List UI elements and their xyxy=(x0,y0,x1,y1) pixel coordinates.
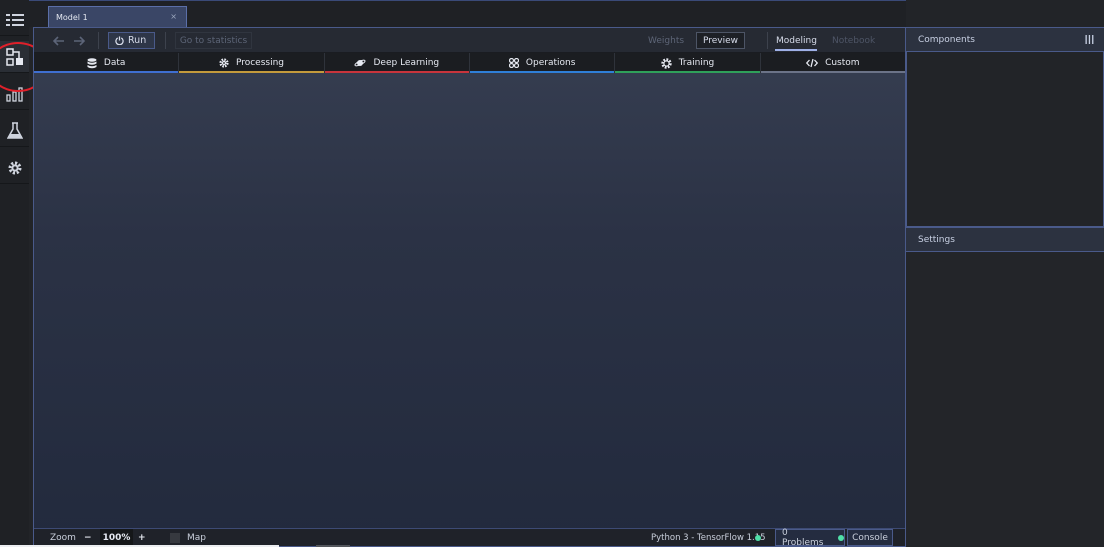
flask-icon[interactable] xyxy=(0,115,29,147)
category-label: Deep Learning xyxy=(373,58,440,68)
kernel-status-dot xyxy=(755,535,761,541)
category-label: Data xyxy=(103,58,126,68)
map-checkbox[interactable] xyxy=(170,533,180,543)
tab-modeling[interactable]: Modeling xyxy=(776,32,817,49)
preview-toggle[interactable]: Preview xyxy=(696,32,745,49)
power-icon xyxy=(115,36,124,45)
model-canvas[interactable] xyxy=(34,73,905,528)
database-icon xyxy=(87,57,97,68)
category-data[interactable]: Data xyxy=(34,53,180,73)
code-icon xyxy=(806,58,819,68)
right-panel: Components Settings xyxy=(906,27,1104,547)
map-label: Map xyxy=(187,532,206,543)
close-icon[interactable]: × xyxy=(170,12,177,21)
run-label: Run xyxy=(128,35,147,46)
zoom-in-button[interactable]: + xyxy=(138,529,146,546)
undo-icon[interactable] xyxy=(53,32,65,49)
columns-icon[interactable] xyxy=(1085,35,1094,44)
zoom-value[interactable]: 100% xyxy=(100,529,133,546)
zoom-out-button[interactable]: − xyxy=(84,529,92,546)
redo-icon[interactable] xyxy=(73,32,85,49)
tab-notebook[interactable]: Notebook xyxy=(832,32,875,49)
tab-model-1[interactable]: Model 1 × xyxy=(48,6,187,28)
list-icon[interactable] xyxy=(0,4,29,36)
editor-toolbar: Run Go to statistics Weights Preview Mod… xyxy=(34,28,905,53)
cog-icon xyxy=(661,57,672,69)
category-custom[interactable]: Custom xyxy=(760,53,905,73)
kernel-label: Python 3 - TensorFlow 1.15 xyxy=(651,532,766,543)
settings-gear-icon[interactable] xyxy=(0,152,29,184)
components-title: Components xyxy=(918,34,975,45)
tab-title: Model 1 xyxy=(56,13,88,22)
run-button[interactable]: Run xyxy=(108,32,155,49)
go-to-statistics-button[interactable]: Go to statistics xyxy=(175,32,252,49)
category-operations[interactable]: Operations xyxy=(469,53,616,73)
toolbar-divider xyxy=(98,32,99,49)
components-header[interactable]: Components xyxy=(906,27,1104,52)
zoom-label: Zoom xyxy=(50,532,76,543)
category-label: Training xyxy=(678,58,715,68)
active-tab-underline xyxy=(775,49,817,51)
toolbar-divider xyxy=(165,32,166,49)
components-panel xyxy=(906,52,1104,227)
problems-status-dot xyxy=(838,534,844,541)
console-button[interactable]: Console xyxy=(847,529,893,546)
category-label: Processing xyxy=(235,58,285,68)
category-processing[interactable]: Processing xyxy=(179,53,325,73)
toolbar-divider xyxy=(767,32,768,49)
grid-dots-icon xyxy=(508,58,519,68)
settings-header[interactable]: Settings xyxy=(906,227,1104,252)
model-editor: Run Go to statistics Weights Preview Mod… xyxy=(33,27,906,547)
category-training[interactable]: Training xyxy=(615,53,761,73)
planet-icon xyxy=(354,59,367,67)
settings-title: Settings xyxy=(918,234,955,245)
gear-icon xyxy=(219,58,229,68)
problems-button[interactable]: 0 Problems xyxy=(775,527,845,547)
problems-label: 0 Problems xyxy=(782,527,824,547)
component-categories: Data Processing Deep Learning Operations xyxy=(34,53,905,73)
category-deep-learning[interactable]: Deep Learning xyxy=(324,53,470,73)
category-label: Custom xyxy=(825,58,860,68)
status-bar: Zoom − 100% + Map Python 3 - TensorFlow … xyxy=(34,527,905,547)
weights-toggle[interactable]: Weights xyxy=(648,32,684,49)
category-label: Operations xyxy=(525,58,576,68)
tab-strip: Model 1 × xyxy=(29,0,906,28)
activity-bar xyxy=(0,0,48,547)
app-window: Model 1 × Run Go to statistics Weights P… xyxy=(0,0,1104,547)
